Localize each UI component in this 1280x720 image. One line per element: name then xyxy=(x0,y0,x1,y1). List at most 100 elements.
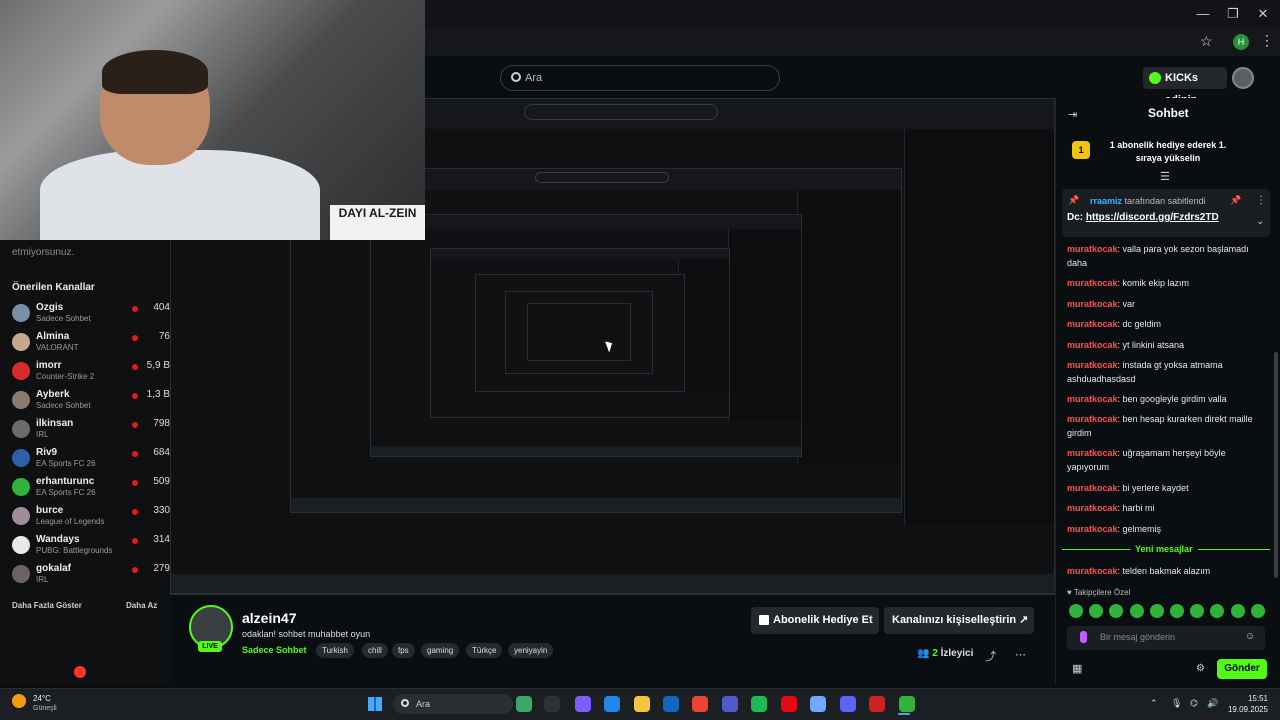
channel-item[interactable]: erhanturunc EA Sports FC 26 509 xyxy=(12,476,170,502)
follower-emote-icon[interactable] xyxy=(1069,604,1083,618)
browser-profile-icon[interactable]: H xyxy=(1233,34,1249,50)
follower-emote-icon[interactable] xyxy=(1170,604,1184,618)
search-placeholder: Ara xyxy=(525,72,543,84)
chat-scrollbar[interactable] xyxy=(1274,352,1278,578)
chat-username[interactable]: muratkocak xyxy=(1067,566,1118,576)
netflix-icon[interactable] xyxy=(781,696,797,712)
clock-time[interactable]: 15:51 xyxy=(1224,694,1268,703)
search-input[interactable]: Ara xyxy=(500,65,780,91)
chat-message: muratkocak: var xyxy=(1067,297,1265,311)
stream-tag[interactable]: fps xyxy=(392,643,415,658)
customize-channel-button[interactable]: Kanalınızı kişiselleştirin ↗ xyxy=(884,607,1034,634)
chat-username[interactable]: muratkocak xyxy=(1067,483,1118,493)
chat-username[interactable]: muratkocak xyxy=(1067,319,1118,329)
channel-item[interactable]: burce League of Legends 330 xyxy=(12,505,170,531)
network-icon[interactable]: ⌬ xyxy=(1190,698,1198,709)
maximize-button[interactable]: ❐ xyxy=(1222,4,1244,24)
chat-username[interactable]: muratkocak xyxy=(1067,448,1118,458)
share-icon[interactable]: ⤴ xyxy=(985,648,996,664)
channel-item[interactable]: gokalaf IRL 279 xyxy=(12,563,170,589)
channel-item[interactable]: ilkinsan IRL 798 xyxy=(12,418,170,444)
pinned-discord-link[interactable]: https://discord.gg/Fzdrs2TD xyxy=(1086,212,1219,223)
follower-emote-icon[interactable] xyxy=(1129,604,1144,618)
channel-item[interactable]: Wandays PUBG: Battlegrounds 314 xyxy=(12,534,170,560)
chevron-down-icon[interactable]: ⌄ xyxy=(1256,216,1264,227)
gift-subscription-button[interactable]: Abonelik Hediye Et xyxy=(751,607,879,634)
minimize-button[interactable]: — xyxy=(1192,4,1214,24)
microphone-tray-icon[interactable]: 🎙 xyxy=(1171,698,1182,709)
bookmark-star-icon[interactable]: ☆ xyxy=(1200,33,1213,50)
teams-icon[interactable] xyxy=(722,696,738,712)
windows-start-icon[interactable] xyxy=(368,697,382,711)
more-options-icon[interactable]: ⋯ xyxy=(1015,648,1026,661)
taskbar-search[interactable] xyxy=(393,694,513,714)
outlook-icon[interactable] xyxy=(663,696,679,712)
stream-category[interactable]: Sadece Sohbet xyxy=(242,645,307,655)
chat-username[interactable]: muratkocak xyxy=(1067,244,1118,254)
emoji-icon[interactable]: ☺ xyxy=(1245,631,1255,642)
chat-username[interactable]: muratkocak xyxy=(1067,299,1118,309)
clock-date[interactable]: 19.09.2025 xyxy=(1224,705,1268,714)
new-messages-divider[interactable]: Yeni mesajlar xyxy=(1062,544,1270,556)
chat-username[interactable]: muratkocak xyxy=(1067,340,1118,350)
stream-tag[interactable]: gaming xyxy=(421,643,460,658)
chat-title: Sohbet xyxy=(1148,106,1189,120)
store-icon[interactable]: ▦ xyxy=(1072,662,1082,675)
spotify-icon[interactable] xyxy=(751,696,767,712)
gear-icon[interactable]: ⚙ xyxy=(1196,663,1205,674)
channel-category: IRL xyxy=(36,430,49,439)
send-button[interactable]: Gönder xyxy=(1217,659,1267,679)
sun-icon[interactable] xyxy=(12,694,26,708)
folder-icon[interactable] xyxy=(634,696,650,712)
show-more-button[interactable]: Daha Fazla Göster xyxy=(12,601,82,610)
channel-item[interactable]: Almina VALORANT 76 xyxy=(12,331,170,357)
chat-username[interactable]: muratkocak xyxy=(1067,394,1118,404)
stream-tag[interactable]: chill xyxy=(362,643,388,658)
channel-item[interactable]: Ayberk Sadece Sohbet 1,3 B xyxy=(12,389,170,415)
nested-taskbar xyxy=(371,446,801,456)
follower-emote-icon[interactable] xyxy=(1230,604,1245,618)
task-view-icon[interactable] xyxy=(544,696,560,712)
nested-browser-bar xyxy=(431,249,729,260)
browser-menu-icon[interactable]: ⋮ xyxy=(1260,32,1274,49)
microphone-icon[interactable] xyxy=(1080,631,1087,643)
car-app-icon[interactable] xyxy=(516,696,532,712)
chat-username[interactable]: muratkocak xyxy=(1067,360,1118,370)
follower-emote-icon[interactable] xyxy=(1250,604,1265,618)
show-less-button[interactable]: Daha Az xyxy=(126,601,157,610)
channel-avatar xyxy=(12,304,30,322)
stream-tag[interactable]: yeniyayin xyxy=(508,643,554,658)
edge-icon[interactable] xyxy=(604,696,620,712)
discord-icon[interactable] xyxy=(840,696,856,712)
settings-app-icon[interactable] xyxy=(810,696,826,712)
chat-username[interactable]: muratkocak xyxy=(1067,278,1118,288)
chat-username[interactable]: muratkocak xyxy=(1067,414,1118,424)
chat-username[interactable]: muratkocak xyxy=(1067,524,1118,534)
pinned-more-icon[interactable]: ⋮ xyxy=(1256,195,1266,206)
channel-avatar xyxy=(12,420,30,438)
tray-chevron-icon[interactable]: ⌃ xyxy=(1150,698,1158,709)
live-dot-icon xyxy=(132,567,138,573)
volume-icon[interactable]: 🔊 xyxy=(1207,698,1218,709)
close-button[interactable]: ✕ xyxy=(1252,4,1274,24)
chat-username[interactable]: muratkocak xyxy=(1067,503,1118,513)
channel-item[interactable]: Ozgis Sadece Sohbet 404 xyxy=(12,302,170,328)
user-avatar[interactable] xyxy=(1232,67,1254,89)
obs-icon[interactable] xyxy=(869,696,885,712)
stream-tag[interactable]: Türkçe xyxy=(466,643,503,658)
channel-item[interactable]: Riv9 EA Sports FC 26 684 xyxy=(12,447,170,473)
unpin-icon[interactable]: 📌 xyxy=(1230,195,1241,206)
nested-browser-bar xyxy=(371,215,801,230)
weather-condition: Güneşli xyxy=(33,705,57,712)
browser-app-icon[interactable] xyxy=(899,696,915,712)
channel-item[interactable]: imorr Counter-Strike 2 5,9 B xyxy=(12,360,170,386)
follower-emote-icon[interactable] xyxy=(1149,604,1164,618)
copilot-icon[interactable] xyxy=(575,696,591,712)
streamer-name[interactable]: alzein47 xyxy=(242,610,296,626)
stream-tag[interactable]: Turkish xyxy=(316,643,354,658)
get-kicks-button[interactable]: KICKs edinin xyxy=(1143,67,1227,106)
leaderboard-expand-icon[interactable]: ☰ xyxy=(1160,170,1170,183)
weather-temperature[interactable]: 24°C xyxy=(33,694,51,703)
chrome-icon[interactable] xyxy=(692,696,708,712)
collapse-chat-icon[interactable]: ⇥ xyxy=(1068,108,1077,121)
